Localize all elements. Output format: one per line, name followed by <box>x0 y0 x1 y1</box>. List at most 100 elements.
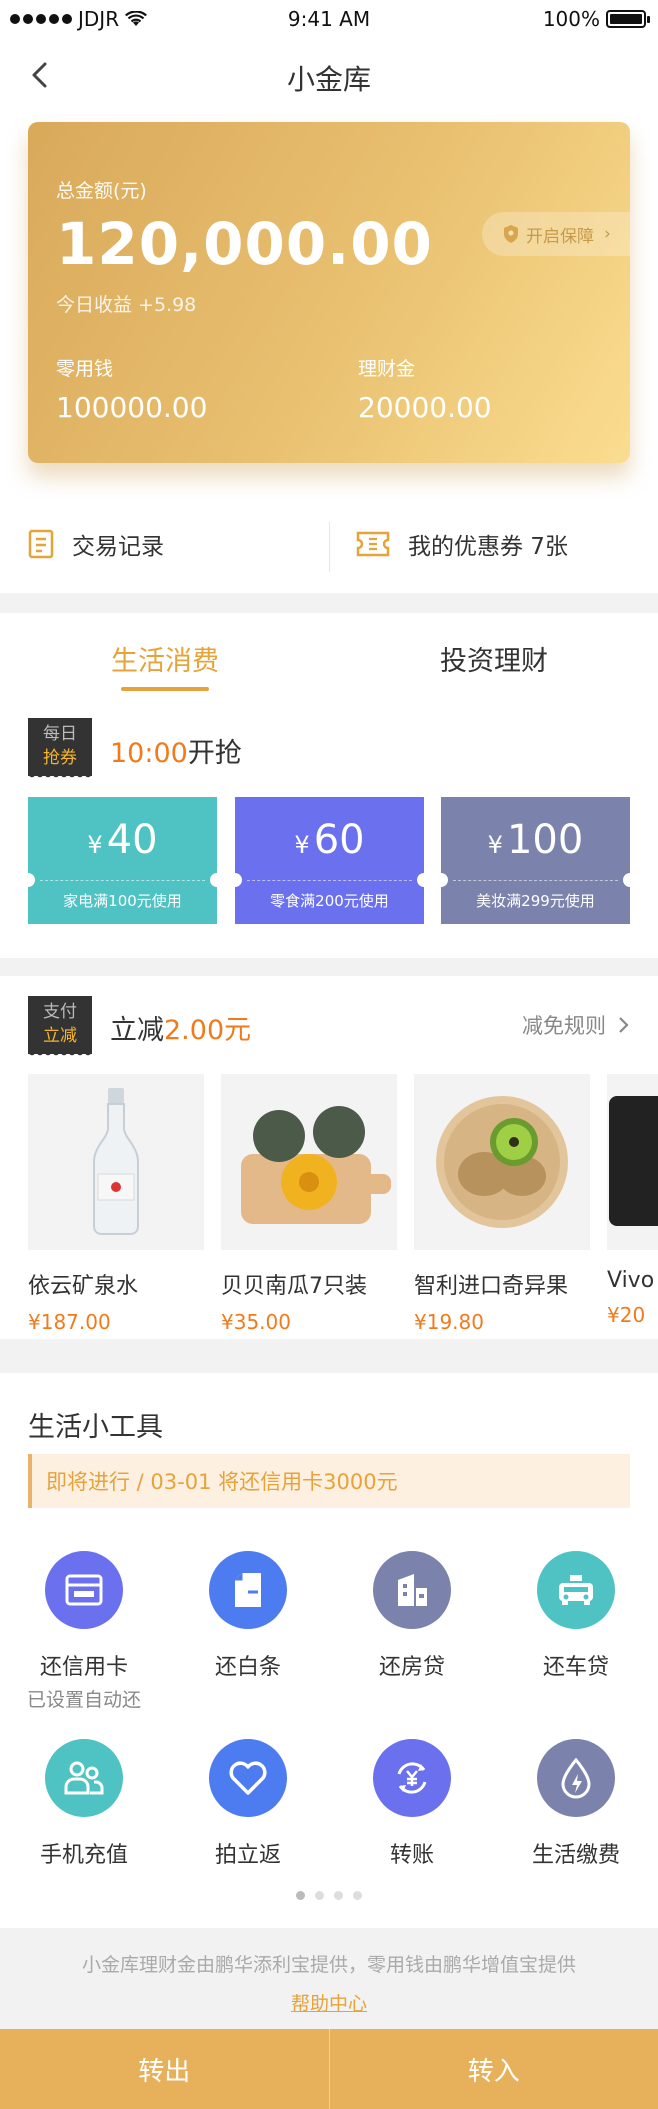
tab-bar: 生活消费 投资理财 <box>0 613 658 693</box>
tool-credit-card[interactable]: 还信用卡 已设置自动还 <box>2 1551 166 1712</box>
coupon-suffix: 开抢 <box>187 738 242 769</box>
footer-disclaimer: 小金库理财金由鹏华添利宝提供，零用钱由鹏华增值宝提供 <box>81 1954 576 1976</box>
tool-label: 生活缴费 <box>531 1843 620 1868</box>
tool-baitiao[interactable]: 还白条 <box>166 1551 330 1681</box>
tab-life-consumption[interactable]: 生活消费 <box>65 639 265 678</box>
shield-icon <box>504 225 518 243</box>
coupon-divider <box>247 880 412 881</box>
finance-money[interactable]: 理财金 20000.00 <box>358 354 492 424</box>
coupon-notch <box>228 873 242 887</box>
life-tools-section: 生活小工具 即将进行 / 03-01 将还信用卡3000元 还信用卡 已设置自动… <box>0 1373 658 1928</box>
product-image <box>414 1074 590 1250</box>
discount-rules-link[interactable]: 减免规则 <box>522 1010 630 1040</box>
footer-note: 小金库理财金由鹏华添利宝提供，零用钱由鹏华增值宝提供 帮助中心 <box>0 1928 658 2028</box>
pay-badge-top: 支付 <box>43 1002 77 1022</box>
transaction-records-label: 交易记录 <box>72 534 164 560</box>
tool-label: 拍立返 <box>214 1843 281 1868</box>
account-section: 总金额(元) 120,000.00 今日收益 +5.98 开启保障 › 零用钱 … <box>0 110 658 593</box>
coupon-card[interactable]: ¥60 零食满200元使用 <box>228 797 431 924</box>
tab-active-indicator <box>121 687 209 691</box>
page-dot <box>315 1891 324 1900</box>
protect-label: 开启保障 <box>526 226 594 247</box>
coupon-card[interactable]: ¥40 家电满100元使用 <box>21 797 224 924</box>
discount-rules-label: 减免规则 <box>522 1014 606 1038</box>
coupon-condition: 零食满200元使用 <box>270 892 389 910</box>
product-image <box>221 1074 397 1250</box>
coupon-condition: 家电满100元使用 <box>63 892 182 910</box>
product-card[interactable]: 智利进口奇异果 ¥19.80 <box>414 1074 590 1334</box>
finance-money-label: 理财金 <box>358 358 416 380</box>
battery-percent: 100% <box>542 7 600 31</box>
tool-label: 还房贷 <box>378 1655 445 1680</box>
pay-discount-section: 支付 立减 立减2.00元 减免规则 依云矿泉水 ¥187.00 贝贝南瓜7只装… <box>0 976 658 1339</box>
tool-photo-rebate[interactable]: 拍立返 <box>166 1739 330 1869</box>
product-price: ¥19.80 <box>414 1310 484 1334</box>
page-indicator <box>0 1891 658 1900</box>
product-name: Vivo <box>607 1268 655 1293</box>
discount-title: 立减2.00元 <box>110 1008 251 1047</box>
discount-prefix: 立减 <box>110 1015 164 1046</box>
pay-badge-bottom: 立减 <box>43 1026 77 1046</box>
discount-amount: 2.00元 <box>164 1015 252 1046</box>
my-coupons-button[interactable]: 我的优惠券 7张 <box>356 508 568 580</box>
coupon-card[interactable]: ¥100 美妆满299元使用 <box>434 797 637 924</box>
ticket-icon <box>356 531 390 557</box>
document-icon <box>28 529 54 559</box>
people-icon <box>45 1739 123 1817</box>
tool-transfer[interactable]: 转账 <box>330 1739 494 1869</box>
tab-investment[interactable]: 投资理财 <box>394 639 594 678</box>
product-card[interactable]: 贝贝南瓜7只装 ¥35.00 <box>221 1074 397 1334</box>
transfer-in-button[interactable]: 转入 <box>330 2029 658 2109</box>
product-name: 智利进口奇异果 <box>414 1274 569 1299</box>
battery-icon <box>606 10 650 28</box>
coupon-start-time: 10:00开抢 <box>110 731 242 770</box>
bottom-action-bar: 转出 转入 <box>0 2029 658 2109</box>
product-price: ¥187.00 <box>28 1310 111 1334</box>
transfer-out-button[interactable]: 转出 <box>0 2029 329 2109</box>
building-icon <box>373 1551 451 1629</box>
product-image <box>28 1074 204 1250</box>
currency-symbol: ¥ <box>487 831 503 859</box>
product-card[interactable]: 依云矿泉水 ¥187.00 <box>28 1074 204 1334</box>
page-dot <box>334 1891 343 1900</box>
credit-card-icon <box>45 1551 123 1629</box>
tool-mortgage[interactable]: 还房贷 <box>330 1551 494 1681</box>
repayment-notice[interactable]: 即将进行 / 03-01 将还信用卡3000元 <box>28 1454 630 1508</box>
finance-money-value: 20000.00 <box>358 391 492 424</box>
page-dot <box>353 1891 362 1900</box>
chevron-right-icon: › <box>604 224 611 244</box>
currency-symbol: ¥ <box>87 831 103 859</box>
product-price: ¥35.00 <box>221 1310 291 1334</box>
note-icon <box>209 1551 287 1629</box>
yuan-transfer-icon <box>373 1739 451 1817</box>
product-card[interactable]: Vivo ¥20 <box>607 1074 658 1327</box>
pocket-money[interactable]: 零用钱 100000.00 <box>56 354 207 424</box>
nav-bar: 小金库 <box>0 40 658 110</box>
status-bar: JDJR 9:41 AM 100% <box>0 0 658 40</box>
coupon-time: 10:00 <box>110 738 188 769</box>
tool-label: 手机充值 <box>39 1843 128 1868</box>
daily-badge-bottom: 抢券 <box>43 748 77 768</box>
today-income: 今日收益 +5.98 <box>56 294 197 316</box>
coupon-section: 生活消费 投资理财 每日 抢券 10:00开抢 ¥40 家电满100元使用 ¥6… <box>0 613 658 958</box>
coupon-notch <box>210 873 224 887</box>
page-title: 小金库 <box>286 63 371 96</box>
daily-badge-top: 每日 <box>43 724 77 744</box>
protect-button[interactable]: 开启保障 › <box>482 212 630 256</box>
tool-phone-recharge[interactable]: 手机充值 <box>2 1739 166 1869</box>
coupon-notch <box>21 873 35 887</box>
tool-label: 还白条 <box>214 1655 281 1680</box>
chevron-right-icon <box>619 1017 629 1033</box>
tool-car-loan[interactable]: 还车贷 <box>494 1551 658 1681</box>
my-coupons-label: 我的优惠券 7张 <box>408 534 568 560</box>
taxi-icon <box>537 1551 615 1629</box>
page-dot <box>296 1891 305 1900</box>
transaction-records-button[interactable]: 交易记录 <box>28 508 164 580</box>
pay-badge: 支付 立减 <box>28 996 92 1058</box>
product-price: ¥20 <box>607 1303 646 1327</box>
tool-utility-payment[interactable]: 生活缴费 <box>494 1739 658 1869</box>
divider <box>329 522 330 572</box>
total-amount-label: 总金额(元) <box>56 180 147 202</box>
help-center-link[interactable]: 帮助中心 <box>0 1989 658 2016</box>
product-name: 贝贝南瓜7只装 <box>221 1274 367 1299</box>
